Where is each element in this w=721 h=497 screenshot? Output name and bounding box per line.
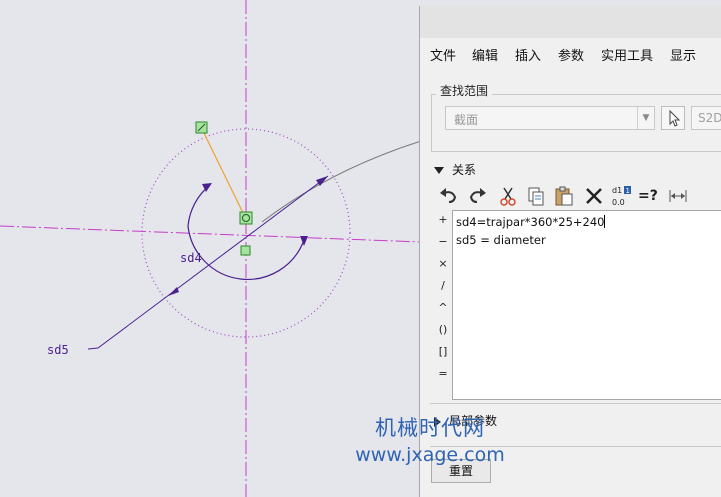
relations-dialog: 文件 编辑 插入 参数 实用工具 显示 截面 ▼ S2D 关系 d1 1 0.0… [419,6,721,497]
select-pointer-button[interactable] [661,106,685,130]
relations-section-header[interactable]: 关系 [434,161,476,178]
operator-brackets[interactable]: [] [434,345,452,358]
expand-triangle-icon [434,416,441,427]
redo-icon[interactable] [466,184,490,208]
menu-insert[interactable]: 插入 [515,45,541,64]
operator-minus[interactable]: − [434,235,452,248]
sd4-label[interactable]: sd4 [180,251,202,265]
delete-icon[interactable] [582,184,606,208]
sort-relations-icon[interactable] [666,184,690,208]
menu-display[interactable]: 显示 [670,45,696,64]
menu-bar: 文件 编辑 插入 参数 实用工具 显示 [420,42,721,66]
cut-icon[interactable] [496,184,520,208]
scope-dropdown[interactable]: 截面 ▼ [445,106,655,130]
evaluate-button[interactable]: =? [638,184,662,208]
svg-text:0.0: 0.0 [612,198,625,207]
relations-section-label: 关系 [452,163,477,177]
dialog-titlebar[interactable] [420,6,721,38]
sd5-label[interactable]: sd5 [47,343,69,357]
scope-value: 截面 [454,113,479,127]
local-params-label: 局部参数 [449,414,498,428]
coincident-marker[interactable] [240,245,251,256]
menu-file[interactable]: 文件 [430,45,456,64]
local-params-section-header[interactable]: 局部参数 [434,412,497,429]
relations-editor[interactable]: sd4=trajpar*360*25+240 sd5 = diameter [452,210,721,400]
menu-utilities[interactable]: 实用工具 [601,45,653,64]
operator-multiply[interactable]: × [434,257,452,270]
sd5-arrow-mid [168,287,179,296]
copy-icon[interactable] [524,184,548,208]
sd5-leader [87,347,99,350]
menu-edit[interactable]: 编辑 [472,45,498,64]
operator-equals[interactable]: = [434,367,452,380]
filter-field[interactable]: S2D [691,106,721,130]
collapse-triangle-icon [434,167,444,174]
undo-icon[interactable] [436,184,460,208]
section-divider [430,446,721,447]
relation-line: sd4=trajpar*360*25+240 [456,215,606,229]
sd5-dimension-line [97,175,329,349]
search-scope-label: 查找范围 [436,82,493,99]
chevron-down-icon[interactable]: ▼ [637,107,654,129]
section-line [200,126,247,220]
svg-text:d1: d1 [612,186,622,195]
switch-dimensions-icon[interactable]: d1 1 0.0 [610,184,634,208]
operator-power[interactable]: ^ [434,301,452,314]
paste-icon[interactable] [552,184,576,208]
sd4-arrow-end [300,236,308,246]
horizontal-centerline [0,225,422,243]
cursor-icon [669,109,681,127]
relations-toolbar: d1 1 0.0 =? [434,184,721,210]
svg-text:1: 1 [626,187,630,195]
operator-parentheses[interactable]: () [434,323,452,336]
origin-marker[interactable] [239,211,253,225]
text-caret [604,215,606,228]
section-divider [430,403,721,404]
trajectory-curve [261,140,422,223]
operator-plus[interactable]: + [434,213,452,226]
reset-button[interactable]: 重置 [431,459,491,483]
operator-divide[interactable]: / [434,279,452,292]
menu-parameters[interactable]: 参数 [558,45,584,64]
relation-line: sd5 = diameter [456,233,546,247]
